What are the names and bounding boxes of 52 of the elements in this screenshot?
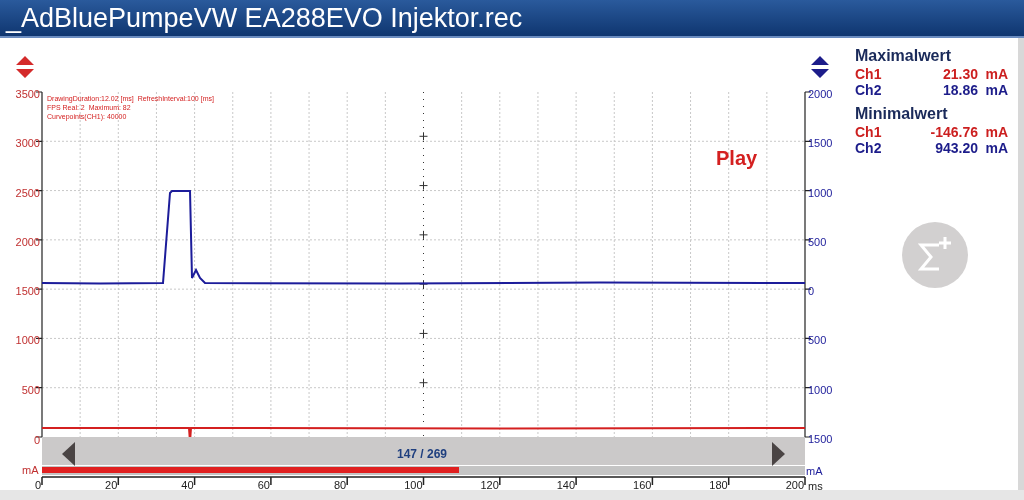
- axis-label: 500: [808, 334, 827, 347]
- scroll-right-icon[interactable]: [772, 442, 785, 466]
- axis-label: 200: [785, 479, 804, 491]
- axis-label: 0: [808, 285, 815, 298]
- axis-label: 0: [34, 479, 41, 491]
- axis-label: 500: [808, 235, 827, 248]
- scroll-position: 147 / 269: [395, 446, 448, 463]
- play-status: Play: [716, 146, 758, 171]
- axis-label: 1000: [808, 186, 833, 199]
- axis-label: 1500: [15, 285, 40, 298]
- axis-label: 60: [257, 479, 270, 491]
- stat-value: -146.76: [929, 124, 978, 140]
- stat-value: 18.86: [941, 82, 978, 98]
- scroll-left-icon[interactable]: [62, 442, 75, 466]
- axis-label: 160: [633, 479, 652, 491]
- scroll-bar[interactable]: [42, 437, 805, 465]
- axis-label: 80: [333, 479, 347, 491]
- stat-value: 21.30: [941, 66, 978, 82]
- axis-unit: ms: [808, 479, 823, 494]
- axis-label: 100: [404, 479, 423, 491]
- axis-label: 40: [181, 479, 194, 491]
- axis-label: 1000: [15, 334, 40, 347]
- axis-label: 2500: [15, 186, 40, 199]
- scroll-up-marker-icon[interactable]: [811, 56, 829, 78]
- axis-label: 120: [480, 479, 499, 491]
- stat-unit: mA: [984, 66, 1008, 82]
- axis-label: 3500: [15, 88, 40, 100]
- channel-label: Ch1: [855, 124, 883, 140]
- window-title: _AdBluePumpeVW EA288EVO Injektor.rec: [6, 4, 523, 32]
- axis-label: 2000: [808, 88, 833, 100]
- scroll-up-marker-icon[interactable]: [16, 56, 34, 78]
- axis-label: 3000: [15, 137, 40, 150]
- axis-unit: mA: [22, 463, 39, 478]
- stat-unit: mA: [984, 140, 1008, 156]
- axis-label: 0: [33, 434, 40, 446]
- axis-unit: mA: [806, 464, 823, 479]
- channel-label: Ch2: [855, 82, 883, 98]
- axis-label: 1500: [808, 433, 833, 445]
- axis-label: 2000: [15, 235, 40, 248]
- axis-label: 180: [709, 479, 728, 491]
- stat-value: 943.20: [934, 140, 978, 156]
- axis-label: 140: [556, 479, 576, 491]
- axis-label: 1000: [808, 383, 833, 396]
- stat-heading: Minimalwert: [855, 104, 949, 124]
- channel-label: Ch2: [855, 140, 883, 156]
- stat-unit: mA: [984, 124, 1008, 140]
- stat-unit: mA: [984, 82, 1008, 98]
- axis-label: 500: [21, 383, 40, 396]
- axis-label: 1500: [808, 137, 833, 150]
- stat-heading: Maximalwert: [855, 46, 953, 66]
- channel-label: Ch1: [855, 66, 883, 82]
- axis-label: 20: [105, 479, 118, 491]
